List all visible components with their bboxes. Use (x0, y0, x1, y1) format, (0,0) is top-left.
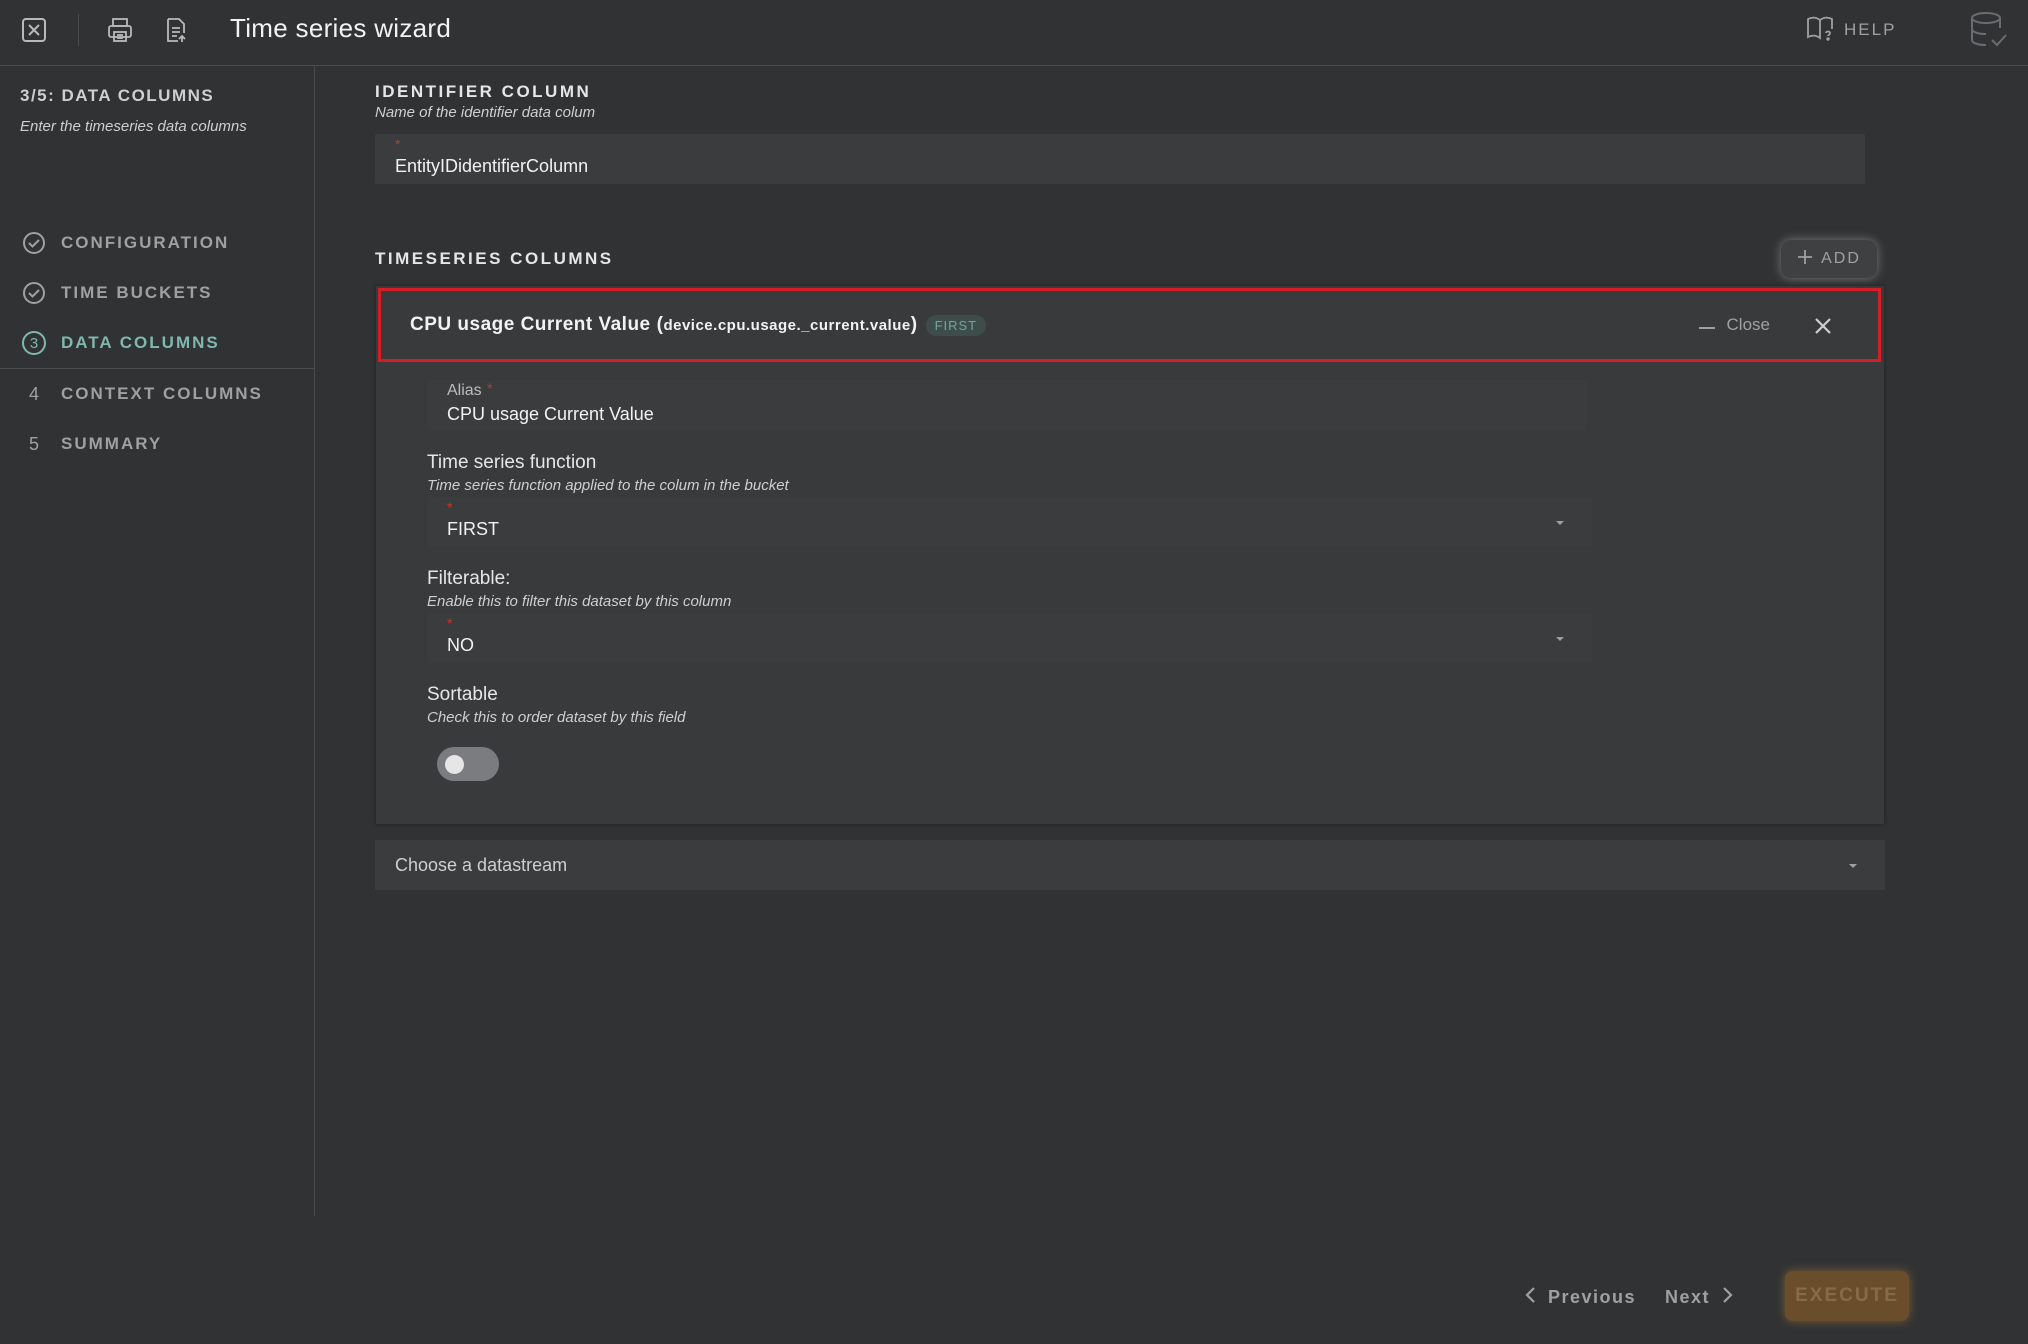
chevron-down-icon (1556, 637, 1564, 641)
function-badge: FIRST (925, 314, 987, 336)
open-paren: ( (656, 314, 664, 335)
collapse-button[interactable]: Close (1698, 315, 1770, 335)
column-card-header[interactable]: CPU usage Current Value ( device.cpu.usa… (378, 288, 1881, 362)
previous-button[interactable]: Previous (1524, 1280, 1636, 1314)
sidebar-step-context-columns[interactable]: 4 CONTEXT COLUMNS (0, 369, 314, 419)
sidebar-step-time-buckets[interactable]: TIME BUCKETS (0, 268, 314, 318)
filterable-select[interactable]: * NO (427, 613, 1592, 663)
function-description: Time series function applied to the colu… (427, 477, 789, 494)
sidebar: 3/5: DATA COLUMNS Enter the timeseries d… (0, 66, 315, 1216)
step-label: DATA COLUMNS (61, 333, 220, 352)
column-card (376, 286, 1884, 824)
alias-field[interactable]: Alias * CPU usage Current Value (427, 380, 1587, 430)
check-circle-icon (21, 230, 47, 256)
identifier-input[interactable]: * EntityIDidentifierColumn (375, 134, 1865, 184)
chevron-down-icon (1556, 521, 1564, 525)
alias-value: CPU usage Current Value (447, 404, 654, 424)
top-bar: Time series wizard HELP (0, 0, 2028, 66)
close-paren: ) (910, 314, 918, 335)
identifier-section-description: Name of the identifier data colum (375, 104, 596, 121)
required-mark: * (395, 136, 401, 152)
sortable-title: Sortable (427, 684, 498, 705)
filterable-value: NO (447, 635, 474, 655)
collapse-label: Close (1726, 315, 1770, 334)
step-number-circle: 3 (21, 330, 47, 356)
column-title: CPU usage Current Value ( device.cpu.usa… (410, 314, 987, 336)
required-mark: * (447, 615, 453, 631)
alias-label: Alias (447, 382, 482, 399)
timeseries-section-title: TIMESERIES COLUMNS (375, 249, 614, 268)
chevron-left-icon (1524, 1286, 1536, 1309)
minus-icon (1698, 315, 1715, 335)
column-path: device.cpu.usage._current.value (663, 316, 911, 334)
chevron-down-icon (1849, 864, 1857, 868)
next-label: Next (1665, 1286, 1711, 1307)
required-mark: * (447, 499, 453, 515)
toggle-knob (445, 755, 464, 774)
identifier-value: EntityIDidentifierColumn (395, 156, 589, 176)
previous-label: Previous (1548, 1286, 1637, 1307)
step-label: TIME BUCKETS (61, 283, 213, 302)
required-mark: * (487, 380, 493, 396)
datastream-placeholder: Choose a datastream (395, 854, 568, 875)
sortable-toggle[interactable] (437, 747, 499, 781)
function-value: FIRST (447, 519, 499, 539)
column-name: CPU usage Current Value (410, 314, 651, 335)
add-column-button[interactable]: ADD (1781, 240, 1877, 278)
filterable-description: Enable this to filter this dataset by th… (427, 593, 732, 610)
chevron-right-icon (1722, 1286, 1734, 1309)
help-button[interactable]: HELP (1806, 16, 1896, 44)
page-title: Time series wizard (230, 13, 452, 43)
help-label: HELP (1844, 20, 1897, 39)
function-select[interactable]: * FIRST (427, 497, 1592, 547)
user-database-icon[interactable] (1968, 10, 2010, 52)
function-title: Time series function (427, 452, 597, 473)
export-icon[interactable] (160, 14, 192, 46)
next-button[interactable]: Next (1665, 1280, 1734, 1314)
step-label: CONTEXT COLUMNS (61, 384, 263, 403)
step-label: SUMMARY (61, 434, 163, 453)
help-book-icon (1806, 15, 1834, 46)
filterable-title: Filterable: (427, 568, 511, 589)
sidebar-step-summary[interactable]: 5 SUMMARY (0, 419, 314, 469)
add-label: ADD (1821, 250, 1861, 267)
datastream-select[interactable]: Choose a datastream (375, 840, 1885, 890)
identifier-section-title: IDENTIFIER COLUMN (375, 82, 592, 101)
step-description: Enter the timeseries data columns (20, 118, 247, 135)
step-number: 4 (28, 383, 39, 404)
step-number: 5 (28, 433, 39, 454)
print-icon[interactable] (104, 14, 136, 46)
execute-button[interactable]: EXECUTE (1785, 1271, 1909, 1321)
plus-icon (1797, 249, 1813, 270)
toolbar-divider (78, 14, 79, 46)
check-circle-icon (21, 280, 47, 306)
sortable-description: Check this to order dataset by this fiel… (427, 709, 686, 726)
step-label: CONFIGURATION (61, 233, 230, 252)
remove-column-icon[interactable] (1810, 313, 1836, 339)
sidebar-step-data-columns[interactable]: 3 DATA COLUMNS (0, 318, 314, 368)
step-heading: 3/5: DATA COLUMNS (20, 86, 215, 105)
close-icon[interactable] (18, 14, 50, 46)
sidebar-step-configuration[interactable]: CONFIGURATION (0, 218, 314, 268)
